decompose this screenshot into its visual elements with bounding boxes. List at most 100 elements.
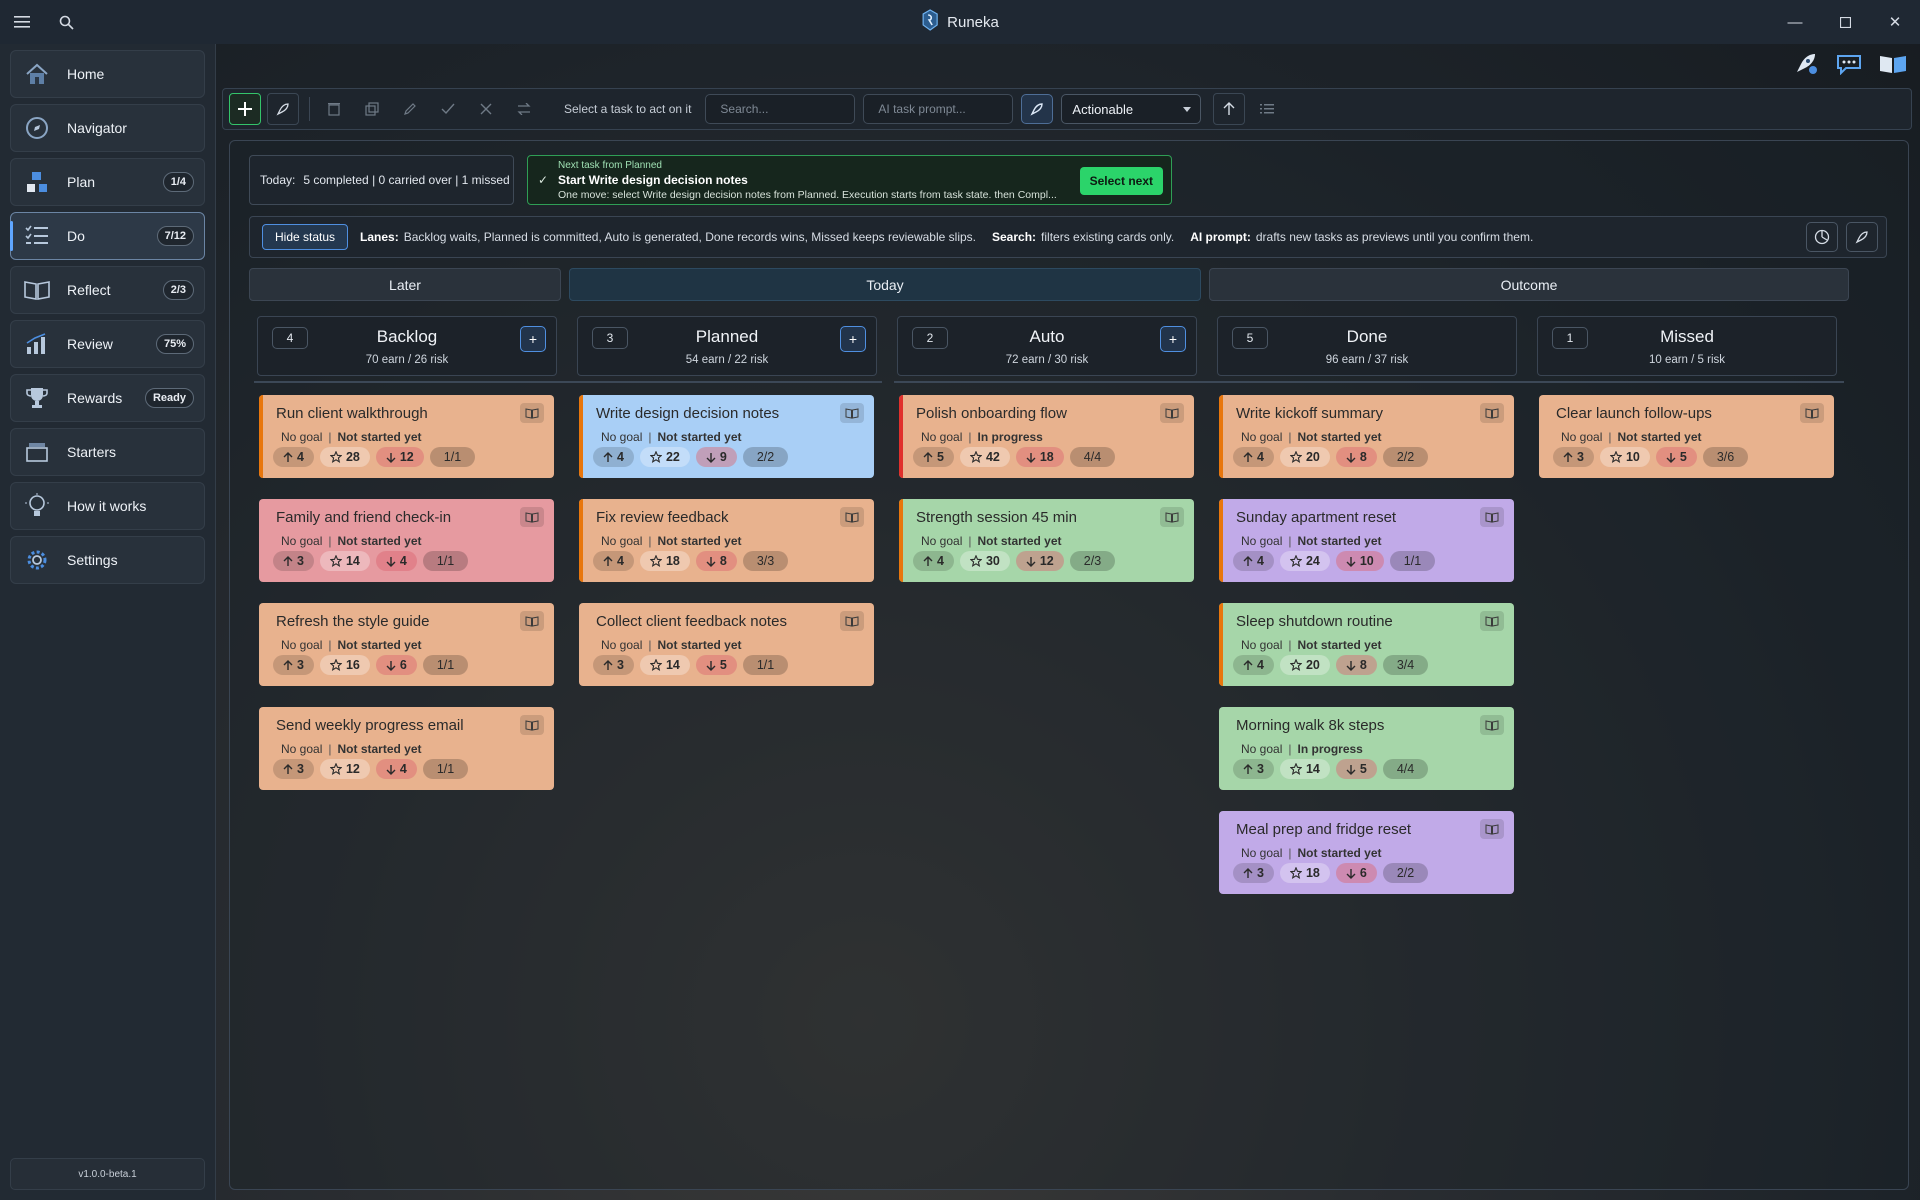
miss-icon[interactable] (470, 93, 502, 125)
select-next-button[interactable]: Select next (1079, 167, 1163, 195)
add-to-planned-button[interactable]: + (840, 326, 866, 352)
add-task-button[interactable] (229, 93, 261, 125)
task-card-done[interactable]: Sunday apartment reset No goal | Not sta… (1219, 499, 1514, 582)
tab-outcome[interactable]: Outcome (1209, 268, 1849, 301)
rocket-icon[interactable] (1846, 222, 1878, 252)
search-icon[interactable] (44, 0, 88, 44)
sidebar-item-navigator[interactable]: Navigator (10, 104, 205, 152)
close-icon[interactable]: ✕ (1870, 0, 1920, 44)
task-card-planned[interactable]: Write design decision notes No goal | No… (579, 395, 874, 478)
lanes-description: Backlog waits, Planned is committed, Aut… (403, 230, 976, 244)
card-notes-icon[interactable] (840, 507, 864, 527)
task-card-backlog[interactable]: Refresh the style guide No goal | Not st… (259, 603, 554, 686)
task-card-done[interactable]: Write kickoff summary No goal | Not star… (1219, 395, 1514, 478)
tab-today[interactable]: Today (569, 268, 1201, 301)
sidebar-item-settings[interactable]: Settings (10, 536, 205, 584)
sidebar-item-do[interactable]: Do 7/12 (10, 212, 205, 260)
task-card-backlog[interactable]: Family and friend check-in No goal | Not… (259, 499, 554, 582)
risk-pill: 6 (375, 655, 417, 675)
ai-task-prompt-input[interactable]: AI task prompt... (863, 94, 1014, 124)
maximize-icon[interactable] (1820, 0, 1870, 44)
lane-earn-risk: 96 earn / 37 risk (1325, 354, 1409, 366)
card-notes-icon[interactable] (1480, 507, 1504, 527)
card-notes-icon[interactable] (1800, 403, 1824, 423)
task-card-missed[interactable]: Clear launch follow-ups No goal | Not st… (1539, 395, 1834, 478)
tab-later[interactable]: Later (249, 268, 561, 301)
sidebar-item-rewards[interactable]: Rewards Ready (10, 374, 205, 422)
sidebar-item-how-it-works[interactable]: How it works (10, 482, 205, 530)
priority-value: 3 (297, 554, 304, 568)
progress-pill: 2/2 (1382, 447, 1429, 467)
card-notes-icon[interactable] (1480, 611, 1504, 631)
progress-pill: 3/4 (1382, 655, 1429, 675)
priority-value: 4 (1257, 658, 1264, 672)
sidebar-item-starters[interactable]: Starters (10, 428, 205, 476)
sidebar-item-home[interactable]: Home (10, 50, 205, 98)
add-to-backlog-button[interactable]: + (520, 326, 546, 352)
task-card-auto[interactable]: Strength session 45 min No goal | Not st… (899, 499, 1194, 582)
progress-pill: 2/2 (1382, 863, 1429, 883)
task-card-planned[interactable]: Collect client feedback notes No goal | … (579, 603, 874, 686)
chat-icon[interactable] (1832, 50, 1866, 78)
meta-separator: | (1288, 638, 1292, 652)
priority-value: 3 (1257, 866, 1264, 880)
card-state: Not started yet (337, 534, 422, 548)
rocket-settings-icon[interactable] (1788, 50, 1822, 78)
task-card-backlog[interactable]: Run client walkthrough No goal | Not sta… (259, 395, 554, 478)
add-to-auto-button[interactable]: + (1160, 326, 1186, 352)
card-notes-icon[interactable] (1480, 403, 1504, 423)
list-view-icon[interactable] (1251, 93, 1283, 125)
card-notes-icon[interactable] (520, 611, 544, 631)
task-card-backlog[interactable]: Send weekly progress email No goal | Not… (259, 707, 554, 790)
next-task-banner: ✓ Next task from Planned Start Write des… (527, 155, 1172, 205)
sidebar-item-label: Starters (67, 444, 117, 460)
sidebar-item-reflect[interactable]: Reflect 2/3 (10, 266, 205, 314)
hide-status-button[interactable]: Hide status (262, 224, 349, 250)
search-input[interactable]: Search... (705, 94, 856, 124)
stack-icon (23, 438, 51, 466)
arrow-up-icon (283, 763, 293, 774)
trophy-icon (23, 384, 51, 412)
minimize-icon[interactable]: — (1770, 0, 1820, 44)
lane-title: Planned (695, 327, 759, 346)
task-card-planned[interactable]: Fix review feedback No goal | Not starte… (579, 499, 874, 582)
sidebar-item-label: Home (67, 66, 105, 82)
pie-chart-icon[interactable] (1806, 222, 1838, 252)
complete-icon[interactable] (432, 93, 464, 125)
lane-title: Missed (1660, 327, 1714, 346)
task-card-done[interactable]: Morning walk 8k steps No goal | In progr… (1219, 707, 1514, 790)
card-notes-icon[interactable] (520, 715, 544, 735)
delete-icon[interactable] (318, 93, 350, 125)
earn-pill: 22 (639, 447, 690, 467)
lane-title: Done (1346, 327, 1388, 346)
card-notes-icon[interactable] (520, 403, 544, 423)
card-title: Clear launch follow-ups (1556, 405, 1712, 422)
risk-pill: 8 (1335, 447, 1377, 467)
app-title-text: Runeka (947, 13, 999, 31)
card-notes-icon[interactable] (1480, 715, 1504, 735)
card-notes-icon[interactable] (1480, 819, 1504, 839)
task-card-done[interactable]: Meal prep and fridge reset No goal | Not… (1219, 811, 1514, 894)
card-notes-icon[interactable] (520, 507, 544, 527)
card-notes-icon[interactable] (1160, 507, 1184, 527)
move-icon[interactable] (508, 93, 540, 125)
duplicate-icon[interactable] (356, 93, 388, 125)
risk-pill: 12 (1015, 551, 1064, 571)
card-notes-icon[interactable] (840, 403, 864, 423)
risk-value: 9 (719, 450, 727, 464)
journal-icon[interactable] (1876, 50, 1910, 78)
sidebar-item-review[interactable]: Review 75% (10, 320, 205, 368)
hamburger-menu-icon[interactable] (0, 0, 44, 44)
sort-up-button[interactable] (1213, 93, 1246, 125)
card-notes-icon[interactable] (1160, 403, 1184, 423)
card-notes-icon[interactable] (840, 611, 864, 631)
ai-generate-button[interactable] (1021, 94, 1054, 124)
sidebar-item-plan[interactable]: Plan 1/4 (10, 158, 205, 206)
task-card-auto[interactable]: Polish onboarding flow No goal | In prog… (899, 395, 1194, 478)
filter-select[interactable]: Actionable (1061, 94, 1202, 124)
edit-icon[interactable] (394, 93, 426, 125)
task-card-done[interactable]: Sleep shutdown routine No goal | Not sta… (1219, 603, 1514, 686)
launch-button[interactable] (267, 93, 299, 125)
star-icon (329, 763, 342, 775)
ai-prompt-label: AI prompt: (1190, 230, 1251, 244)
